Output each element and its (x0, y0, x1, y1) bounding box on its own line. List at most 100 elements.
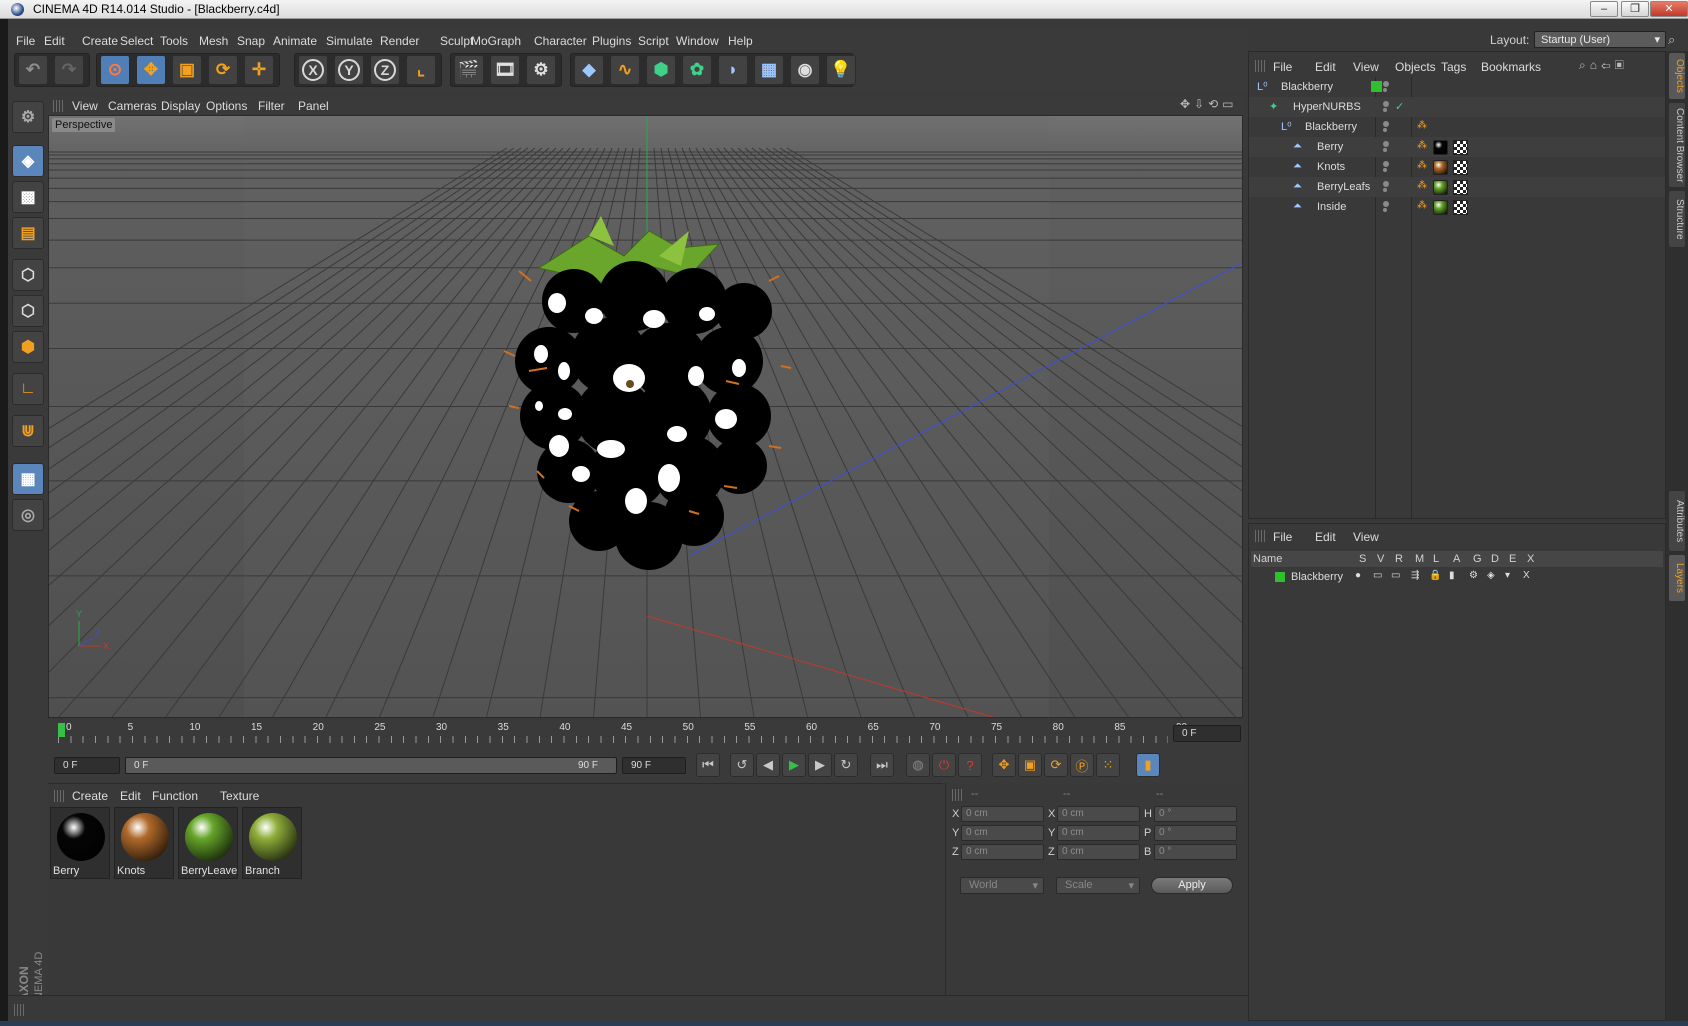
object-menu-objects[interactable]: Objects (1395, 60, 1436, 74)
menu-select[interactable]: Select (120, 34, 153, 48)
autokeying-icon[interactable]: ⏻ (932, 753, 956, 777)
layer-column-v[interactable]: V (1377, 553, 1384, 565)
workplane-icon[interactable]: ▤ (12, 217, 44, 249)
menu-simulate[interactable]: Simulate (326, 34, 373, 48)
keyframe-selection-icon[interactable]: ? (958, 753, 982, 777)
viewport-nav-icons[interactable]: ✥⇩⟲▭ (1180, 97, 1238, 111)
coord-position-field[interactable]: 0 cm (961, 844, 1044, 860)
phong-tag-icon[interactable]: ⁂ (1417, 140, 1427, 151)
render-icon[interactable]: ▭ (1391, 570, 1400, 581)
editor-visibility-dot[interactable] (1383, 121, 1389, 127)
close-button[interactable]: ✕ (1650, 1, 1688, 17)
object-row[interactable]: ⏶ BerryLeafs ⁂ (1249, 177, 1665, 197)
search-icon[interactable]: ⌕ (1668, 32, 1675, 48)
menu-snap[interactable]: Snap (237, 34, 265, 48)
record-position-icon[interactable]: ✥ (992, 753, 1016, 777)
floor-icon[interactable]: ▦ (754, 55, 784, 85)
axis-mode-icon[interactable]: ∟ (12, 373, 44, 405)
checkmark-icon[interactable]: ✓ (1395, 100, 1404, 113)
menu-tools[interactable]: Tools (160, 34, 188, 48)
points-mode-icon[interactable]: ⬡ (12, 259, 44, 291)
solo-icon[interactable]: ● (1355, 570, 1361, 581)
editor-visibility-dot[interactable] (1383, 181, 1389, 187)
menu-script[interactable]: Script (638, 34, 669, 48)
3d-viewport[interactable]: Y X Z Perspective (48, 115, 1243, 718)
render-visibility-dot[interactable] (1383, 168, 1387, 172)
viewport-menu-display[interactable]: Display (161, 99, 200, 113)
editor-visibility-dot[interactable] (1383, 161, 1389, 167)
menu-plugins[interactable]: Plugins (592, 34, 631, 48)
playhead[interactable] (58, 723, 65, 737)
layer-column-a[interactable]: A (1453, 553, 1460, 565)
layer-row[interactable]: Blackberry ● ▭ ▭ ⇶ 🔒 ▮ ⚙ ◈ ▾ X (1249, 568, 1665, 586)
phong-tag-icon[interactable]: ⁂ (1417, 120, 1427, 131)
layout-select[interactable]: Startup (User) ▾ (1534, 31, 1666, 48)
current-frame-field[interactable]: 0 F (1173, 725, 1241, 742)
render-visibility-dot[interactable] (1383, 148, 1387, 152)
layer-column-d[interactable]: D (1491, 553, 1499, 565)
render-view-icon[interactable]: 🎬 (454, 55, 484, 85)
tab-objects[interactable]: Objects (1669, 53, 1685, 99)
tab-structure[interactable]: Structure (1669, 191, 1685, 247)
material-tag-icon[interactable] (1433, 140, 1448, 155)
next-frame-icon[interactable]: ▶ (808, 753, 832, 777)
deformer-icon[interactable]: ◗ (718, 55, 748, 85)
go-to-start-icon[interactable]: ⏮ (696, 753, 720, 777)
layer-color-swatch[interactable] (1275, 572, 1285, 582)
layer-menu-file[interactable]: File (1273, 530, 1292, 544)
tab-attributes[interactable]: Attributes (1669, 491, 1685, 551)
viewport-menu-filter[interactable]: Filter (258, 99, 285, 113)
layer-column-s[interactable]: S (1359, 553, 1366, 565)
object-row[interactable]: ⏶ Knots ⁂ (1249, 157, 1665, 177)
editor-visibility-dot[interactable] (1383, 101, 1389, 107)
go-to-end-icon[interactable]: ⏭ (870, 753, 894, 777)
coord-position-field[interactable]: 0 cm (961, 825, 1044, 841)
viewport-menu-cameras[interactable]: Cameras (108, 99, 157, 113)
lock-icon[interactable]: 🔒 (1429, 570, 1441, 581)
preview-range-slider[interactable]: 0 F 90 F (125, 757, 617, 774)
coordinate-mode-select[interactable]: World ▾ (960, 877, 1044, 894)
camera-icon[interactable]: ◉ (790, 55, 820, 85)
tab-content-browser[interactable]: Content Browser (1669, 103, 1685, 187)
previous-frame-icon[interactable]: ◀ (756, 753, 780, 777)
move-icon[interactable]: ✥ (136, 55, 166, 85)
timeline-ruler[interactable]: 051015202530354045505560657075808590 0 F (48, 720, 1243, 749)
make-editable-icon[interactable]: ⚙ (12, 101, 44, 133)
object-manager-nav-icons[interactable]: ⌕⌂⇦▣ (1579, 58, 1628, 73)
layer-menu-view[interactable]: View (1353, 530, 1379, 544)
layer-column-name[interactable]: Name (1253, 553, 1282, 565)
texture-mode-icon[interactable]: ▩ (12, 181, 44, 213)
viewport-menu-options[interactable]: Options (206, 99, 247, 113)
material-tag-icon[interactable] (1433, 180, 1448, 195)
animation-icon[interactable]: ▮ (1449, 570, 1455, 581)
spline-icon[interactable]: ∿ (610, 55, 640, 85)
material-swatch[interactable]: Knots (114, 807, 174, 879)
menu-animate[interactable]: Animate (273, 34, 317, 48)
menu-create[interactable]: Create (82, 34, 118, 48)
generators-icon[interactable]: ⚙ (1469, 570, 1478, 581)
menu-edit[interactable]: Edit (44, 34, 65, 48)
apply-button[interactable]: Apply (1151, 877, 1233, 894)
record-scale-icon[interactable]: ▣ (1018, 753, 1042, 777)
end-frame-field[interactable]: 90 F (622, 757, 686, 774)
record-active-objects-icon[interactable]: ◍ (906, 753, 930, 777)
coord-rotation-field[interactable]: 0 ° (1154, 825, 1237, 841)
coord-rotation-field[interactable]: 0 ° (1154, 806, 1237, 822)
z-axis-lock-button[interactable]: Z (370, 55, 400, 85)
coordinate-system-icon[interactable]: ⌞ (406, 55, 436, 85)
maximize-button[interactable]: ❐ (1621, 1, 1649, 17)
edges-mode-icon[interactable]: ⬡ (12, 295, 44, 327)
menu-render[interactable]: Render (380, 34, 419, 48)
coord-size-field[interactable]: 0 cm (1057, 844, 1140, 860)
model-mode-icon[interactable]: ◈ (12, 145, 44, 177)
editor-visibility-dot[interactable] (1383, 141, 1389, 147)
previous-key-icon[interactable]: ↺ (730, 753, 754, 777)
expressions-icon[interactable]: ▾ (1505, 570, 1510, 581)
visibility-icon[interactable]: ▭ (1373, 570, 1382, 581)
viewport-menu-view[interactable]: View (72, 99, 98, 113)
x-axis-lock-button[interactable]: X (298, 55, 328, 85)
object-row[interactable]: ⏶ Inside ⁂ (1249, 197, 1665, 217)
menu-help[interactable]: Help (728, 34, 753, 48)
phong-tag-icon[interactable]: ⁂ (1417, 160, 1427, 171)
array-icon[interactable]: ✿ (682, 55, 712, 85)
